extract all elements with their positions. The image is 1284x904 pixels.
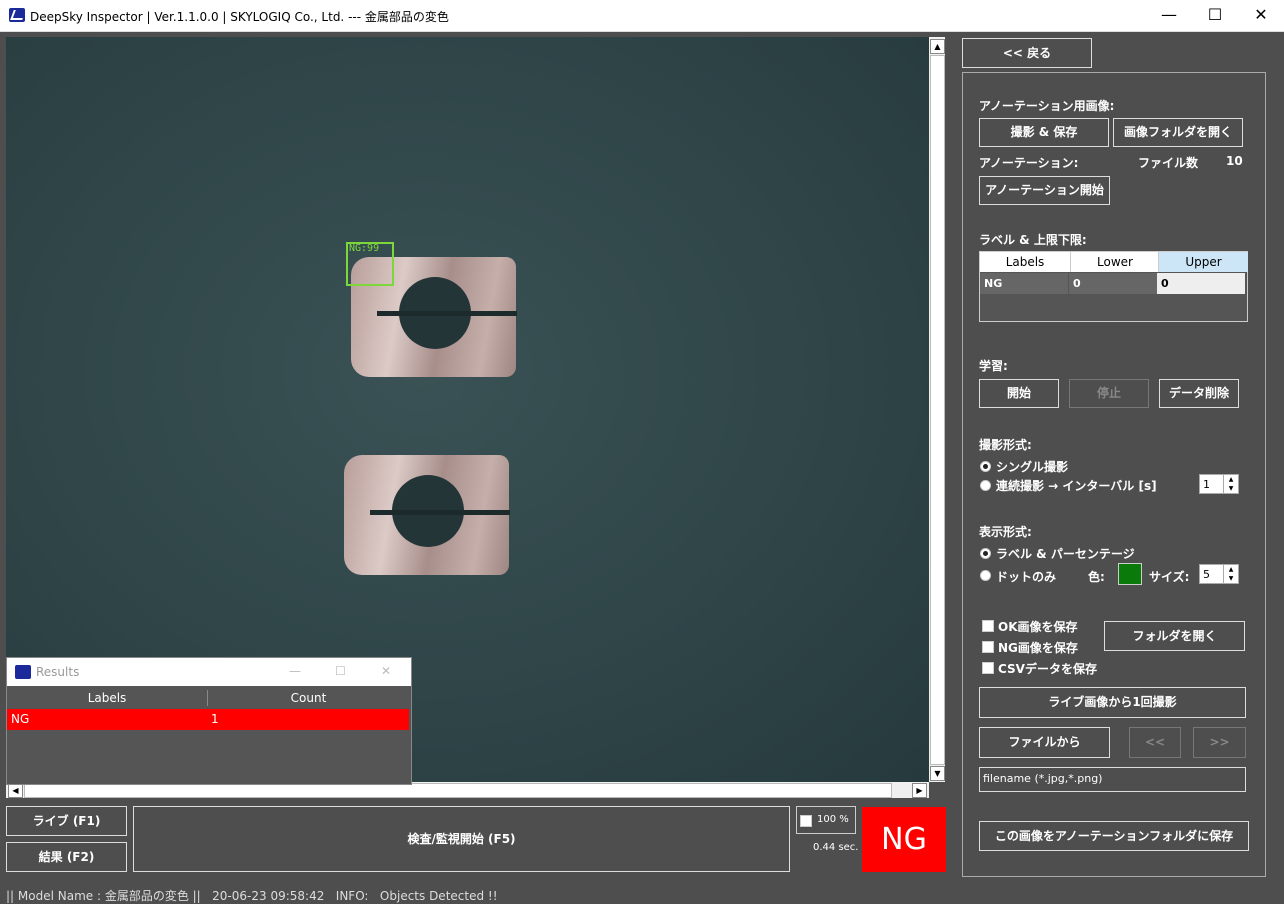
open-folder-button[interactable]: フォルダを開く xyxy=(1104,621,1245,651)
labels-limits-heading: ラベル & 上限下限: xyxy=(979,233,1087,247)
vertical-scroll-thumb[interactable] xyxy=(930,55,945,765)
label-percentage-label: ラベル & パーセンテージ xyxy=(996,547,1135,561)
learn-stop-button[interactable]: 停止 xyxy=(1069,379,1149,408)
continuous-capture-radio[interactable] xyxy=(980,480,991,491)
label-table-cell-label[interactable]: NG xyxy=(980,273,1068,294)
label-table-col-upper[interactable]: Upper xyxy=(1158,252,1248,272)
save-ok-label: OK画像を保存 xyxy=(998,620,1078,634)
scroll-right-icon[interactable]: ▶ xyxy=(912,783,927,798)
interval-value: 1 xyxy=(1203,478,1210,491)
results-minimize-button[interactable]: — xyxy=(289,664,301,678)
save-to-annotation-button[interactable]: この画像をアノーテーションフォルダに保存 xyxy=(979,821,1249,851)
dot-only-label: ドットのみ xyxy=(996,570,1057,584)
results-row[interactable]: NG 1 xyxy=(7,709,409,730)
save-ok-checkbox[interactable] xyxy=(982,620,994,632)
maximize-button[interactable]: ☐ xyxy=(1192,0,1238,31)
back-button[interactable]: << 戻る xyxy=(962,38,1092,68)
annotation-heading: アノーテーション: xyxy=(979,156,1079,170)
results-title-bar[interactable]: Results — ☐ ✕ xyxy=(7,658,411,686)
annotation-images-heading: アノーテーション用画像: xyxy=(979,99,1115,113)
results-title: Results xyxy=(36,665,80,679)
title-bar: DeepSky Inspector | Ver.1.1.0.0 | SKYLOG… xyxy=(0,0,1284,32)
results-row-count: 1 xyxy=(211,712,219,726)
live-button[interactable]: ライブ (F1) xyxy=(6,806,127,836)
capture-once-button[interactable]: ライブ画像から1回撮影 xyxy=(979,687,1246,718)
results-row-label: NG xyxy=(11,712,30,726)
prev-image-button[interactable]: << xyxy=(1129,727,1181,758)
window-title: DeepSky Inspector | Ver.1.1.0.0 | SKYLOG… xyxy=(30,10,449,24)
label-percentage-radio[interactable] xyxy=(980,548,991,559)
result-button[interactable]: 結果 (F2) xyxy=(6,842,127,872)
zoom-value: 100 % xyxy=(817,814,849,825)
size-label: サイズ: xyxy=(1149,570,1190,584)
label-table-cell-lower[interactable]: 0 xyxy=(1069,273,1157,294)
scroll-down-icon[interactable]: ▼ xyxy=(930,766,945,781)
color-label: 色: xyxy=(1088,570,1105,584)
interval-stepper[interactable]: 1 ▲ ▼ xyxy=(1199,474,1239,494)
from-file-button[interactable]: ファイルから xyxy=(979,727,1110,758)
next-image-button[interactable]: >> xyxy=(1193,727,1246,758)
save-csv-checkbox[interactable] xyxy=(982,662,994,674)
label-table-cell-upper[interactable]: 0 xyxy=(1157,273,1245,294)
vertical-scrollbar[interactable]: ▲ ▼ xyxy=(929,37,945,782)
display-mode-heading: 表示形式: xyxy=(979,525,1032,539)
status-bar: || Model Name : 金属部品の変色 || 20-06-23 09:5… xyxy=(0,884,1284,904)
scroll-left-icon[interactable]: ◀ xyxy=(8,783,23,798)
app-logo-icon xyxy=(9,8,25,22)
zoom-checkbox[interactable] xyxy=(800,815,812,827)
results-close-button[interactable]: ✕ xyxy=(381,664,391,678)
elapsed-time: 0.44 sec. xyxy=(813,842,859,853)
file-count-label: ファイル数 xyxy=(1138,156,1199,170)
dot-only-radio[interactable] xyxy=(980,570,991,581)
delete-data-button[interactable]: データ削除 xyxy=(1159,379,1239,408)
detection-label: NG:99 xyxy=(349,243,380,254)
learning-heading: 学習: xyxy=(979,359,1008,373)
horizontal-scroll-thumb[interactable] xyxy=(24,783,892,798)
open-image-folder-button[interactable]: 画像フォルダを開く xyxy=(1113,118,1243,147)
results-col-count[interactable]: Count xyxy=(208,688,409,708)
label-table-col-lower[interactable]: Lower xyxy=(1070,252,1159,272)
dot-size-value: 5 xyxy=(1203,568,1210,581)
single-capture-radio[interactable] xyxy=(980,461,991,472)
filename-field[interactable]: filename (*.jpg,*.png) xyxy=(979,767,1246,792)
save-ng-checkbox[interactable] xyxy=(982,641,994,653)
continuous-capture-label: 連続撮影 → インターバル [s] xyxy=(996,479,1157,493)
scroll-up-icon[interactable]: ▲ xyxy=(930,39,945,54)
save-ng-label: NG画像を保存 xyxy=(998,641,1078,655)
label-table-col-labels[interactable]: Labels xyxy=(980,252,1070,272)
learn-start-button[interactable]: 開始 xyxy=(979,379,1059,408)
capture-mode-heading: 撮影形式: xyxy=(979,438,1032,452)
close-button[interactable]: ✕ xyxy=(1238,0,1284,31)
label-limits-table[interactable]: Labels Lower Upper NG 0 0 xyxy=(979,251,1248,322)
verdict-badge: NG xyxy=(862,807,946,872)
results-maximize-button[interactable]: ☐ xyxy=(335,664,346,678)
inspect-start-button[interactable]: 検査/監視開始 (F5) xyxy=(133,806,790,872)
single-capture-label: シングル撮影 xyxy=(996,460,1069,474)
minimize-button[interactable]: — xyxy=(1146,0,1192,31)
status-text: || Model Name : 金属部品の変色 || 20-06-23 09:5… xyxy=(6,889,498,903)
capture-save-button[interactable]: 撮影 & 保存 xyxy=(979,118,1109,147)
file-count-value: 10 xyxy=(1226,154,1243,168)
results-col-labels[interactable]: Labels xyxy=(7,688,207,708)
dot-size-stepper[interactable]: 5 ▲ ▼ xyxy=(1199,564,1239,584)
zoom-toggle[interactable]: 100 % xyxy=(796,806,856,834)
annotation-start-button[interactable]: アノーテーション開始 xyxy=(979,176,1110,205)
app-logo-icon xyxy=(15,665,31,679)
results-window[interactable]: Results — ☐ ✕ Labels Count NG 1 xyxy=(6,657,412,785)
save-csv-label: CSVデータを保存 xyxy=(998,662,1097,676)
metal-part-bottom xyxy=(344,455,510,575)
dot-color-swatch[interactable] xyxy=(1118,563,1142,585)
